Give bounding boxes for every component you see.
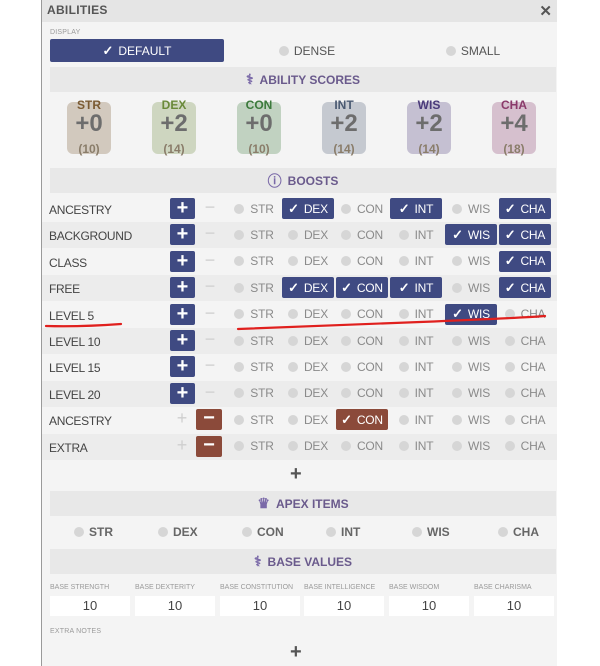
red-underline-annotation [44, 314, 547, 331]
